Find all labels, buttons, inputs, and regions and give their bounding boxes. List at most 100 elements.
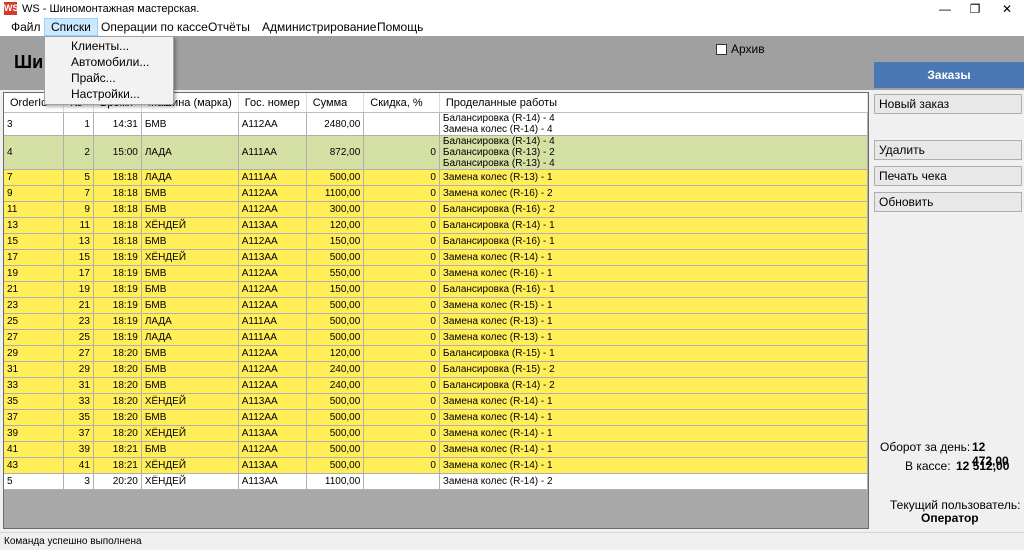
table-cell: 0 — [363, 313, 440, 330]
table-cell: ЛАДА — [141, 313, 239, 330]
menu-file[interactable]: Файл — [5, 18, 47, 36]
menu-reports[interactable]: Отчёты — [202, 18, 256, 36]
table-row[interactable]: 23 21 18:19 БМВ А112АА 500,00 0 Замена колес (R… — [4, 297, 868, 314]
table-cell: 500,00 — [306, 169, 365, 186]
table-cell: 240,00 — [306, 377, 365, 394]
archive-label: Архив — [731, 42, 765, 56]
menu-cash-operations[interactable]: Операции по кассе — [95, 18, 214, 36]
table-cell: 18:19 — [93, 249, 142, 266]
table-row[interactable]: 9 7 18:18 БМВ А112АА 1100,00 0 Замена колес (R-… — [4, 185, 868, 202]
archive-checkbox[interactable]: Архив — [716, 42, 765, 56]
column-header[interactable]: Проделанные работы — [439, 93, 868, 113]
table-cell: 18:20 — [93, 361, 142, 378]
menu-item-settings[interactable]: Настройки... — [45, 86, 173, 102]
table-cell: 27 — [4, 329, 65, 346]
table-row[interactable]: 7 5 18:18 ЛАДА А111АА 500,00 0 Замена колес (R-… — [4, 169, 868, 186]
page-title: Ши — [14, 52, 44, 72]
table-cell: 33 — [4, 377, 65, 394]
table-cell: БМВ — [141, 361, 239, 378]
table-cell: А113АА — [238, 425, 307, 442]
table-cell: 18:21 — [93, 457, 142, 474]
table-row[interactable]: 33 31 18:20 БМВ А112АА 240,00 0 Балансировка (R… — [4, 377, 868, 394]
table-row[interactable]: 29 27 18:20 БМВ А112АА 120,00 0 Балансировка (R… — [4, 345, 868, 362]
table-cell: А112АА — [238, 377, 307, 394]
table-row[interactable]: 27 25 18:19 ЛАДА А111АА 500,00 0 Замена колес (… — [4, 329, 868, 346]
table-row[interactable]: 25 23 18:19 ЛАДА А111АА 500,00 0 Замена колес (… — [4, 313, 868, 330]
table-cell: А113АА — [238, 249, 307, 266]
table-row[interactable]: 31 29 18:20 БМВ А112АА 240,00 0 Балансировка (R… — [4, 361, 868, 378]
works-cell: Замена колес (R-13) - 1 — [439, 169, 868, 186]
table-cell: 500,00 — [306, 425, 365, 442]
table-cell: А112АА — [238, 345, 307, 362]
table-row[interactable]: 37 35 18:20 БМВ А112АА 500,00 0 Замена колес (R… — [4, 409, 868, 426]
new-order-button[interactable]: Новый заказ — [874, 94, 1022, 114]
table-cell: А112АА — [238, 112, 307, 136]
menu-item-cars[interactable]: Автомобили... — [45, 54, 173, 70]
table-row[interactable]: 43 41 18:21 ХЁНДЕЙ А113АА 500,00 0 Замена колес… — [4, 457, 868, 474]
table-cell: 150,00 — [306, 281, 365, 298]
menu-item-clients[interactable]: Клиенты... — [45, 38, 173, 54]
work-line: Балансировка (R-15) - 1 — [442, 348, 555, 359]
delete-button[interactable]: Удалить — [874, 140, 1022, 160]
table-cell: 0 — [363, 393, 440, 410]
works-cell: Замена колес (R-14) - 2 — [439, 473, 868, 490]
refresh-button[interactable]: Обновить — [874, 192, 1022, 212]
work-line: Балансировка (R-16) - 1 — [442, 236, 555, 247]
print-receipt-button[interactable]: Печать чека — [874, 166, 1022, 186]
table-cell: 500,00 — [306, 457, 365, 474]
menu-bar: Файл Списки Операции по кассе Отчёты Адм… — [0, 18, 1024, 36]
table-row[interactable]: 19 17 18:19 БМВ А112АА 550,00 0 Замена колес (R… — [4, 265, 868, 282]
works-cell: Балансировка (R-15) - 1 — [439, 345, 868, 362]
close-button[interactable]: ✕ — [992, 0, 1022, 18]
works-cell: Балансировка (R-16) - 1 — [439, 281, 868, 298]
table-row[interactable]: 13 11 18:18 ХЁНДЕЙ А113АА 120,00 0 Балансировка… — [4, 217, 868, 234]
table-cell: 29 — [4, 345, 65, 362]
checkbox-box[interactable] — [716, 43, 727, 55]
table-cell: А113АА — [238, 393, 307, 410]
status-bar: Команда успешно выполнена — [0, 532, 1024, 549]
table-row[interactable]: 39 37 18:20 ХЁНДЕЙ А113АА 500,00 0 Замена колес… — [4, 425, 868, 442]
work-line: Замена колес (R-14) - 1 — [442, 428, 553, 439]
menu-item-price[interactable]: Прайс... — [45, 70, 173, 86]
table-row[interactable]: 4 2 15:00 ЛАДА А111АА 872,00 0 Балансировка (R-… — [4, 135, 868, 170]
table-row[interactable]: 5 3 20:20 ХЁНДЕЙ А113АА 1100,00 Замена колес (… — [4, 473, 868, 490]
table-row[interactable]: 15 13 18:18 БМВ А112АА 150,00 0 Балансировка (R… — [4, 233, 868, 250]
work-line: Замена колес (R-13) - 1 — [442, 332, 553, 343]
table-row[interactable]: 35 33 18:20 ХЁНДЕЙ А113АА 500,00 0 Замена колес… — [4, 393, 868, 410]
table-cell: 21 — [63, 297, 94, 314]
work-line: Замена колес (R-14) - 1 — [442, 412, 553, 423]
menu-help[interactable]: Помощь — [371, 18, 429, 36]
table-cell: А112АА — [238, 297, 307, 314]
table-row[interactable]: 17 15 18:19 ХЁНДЕЙ А113АА 500,00 0 Замена колес… — [4, 249, 868, 266]
table-cell: 120,00 — [306, 345, 365, 362]
maximize-button[interactable]: ❐ — [960, 0, 990, 18]
works-cell: Балансировка (R-15) - 2 — [439, 361, 868, 378]
work-line: Замена колес (R-15) - 1 — [442, 300, 553, 311]
table-cell: 18:20 — [93, 345, 142, 362]
table-row[interactable]: 41 39 18:21 БМВ А112АА 500,00 0 Замена колес (R… — [4, 441, 868, 458]
column-header[interactable]: Скидка, % — [363, 93, 440, 113]
orders-grid[interactable]: OrderId№ВремяМашина (марка)Гос. номерСум… — [3, 92, 869, 529]
minimize-button[interactable]: — — [930, 0, 960, 18]
column-header[interactable]: Гос. номер — [238, 93, 307, 113]
table-cell: 150,00 — [306, 233, 365, 250]
table-cell: А113АА — [238, 473, 307, 490]
work-line: Замена колес (R-14) - 1 — [442, 460, 553, 471]
column-header[interactable]: Сумма — [306, 93, 365, 113]
menu-lists[interactable]: Списки — [44, 18, 98, 36]
table-cell: 240,00 — [306, 361, 365, 378]
table-cell: 4 — [4, 135, 65, 170]
table-cell: 31 — [63, 377, 94, 394]
table-cell: А113АА — [238, 217, 307, 234]
table-cell: А112АА — [238, 281, 307, 298]
table-cell: ЛАДА — [141, 169, 239, 186]
table-cell: 11 — [63, 217, 94, 234]
table-cell: 18:18 — [93, 217, 142, 234]
works-cell: Замена колес (R-14) - 1 — [439, 409, 868, 426]
work-line: Замена колес (R-14) - 2 — [442, 476, 553, 487]
table-row[interactable]: 21 19 18:19 БМВ А112АА 150,00 0 Балансировка (R… — [4, 281, 868, 298]
work-line: Замена колес (R-14) - 1 — [442, 252, 553, 263]
menu-administration[interactable]: Администрирование — [256, 18, 382, 36]
table-row[interactable]: 3 1 14:31 БМВ А112АА 2480,00 Балансировка (R-1… — [4, 112, 868, 136]
table-row[interactable]: 11 9 18:18 БМВ А112АА 300,00 0 Балансировка (R-… — [4, 201, 868, 218]
